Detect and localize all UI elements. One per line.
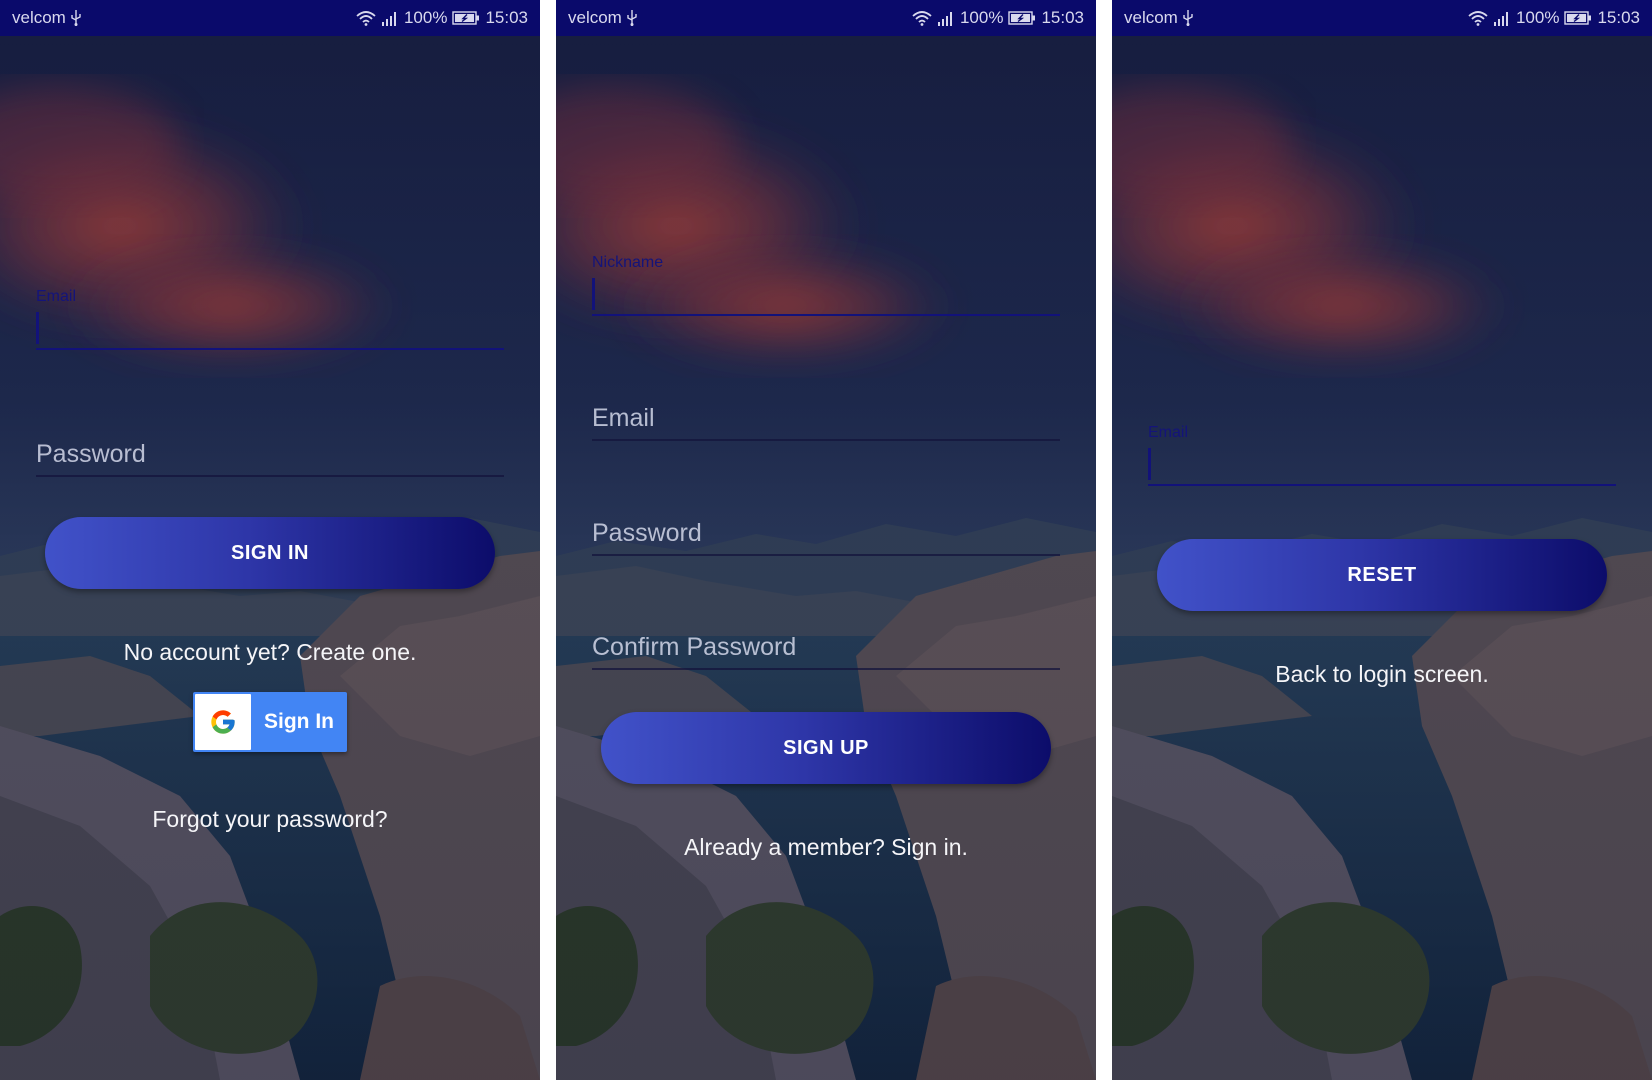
carrier-name: velcom [12,8,66,27]
forgot-password-link[interactable]: Forgot your password? [0,806,540,833]
password-input[interactable]: Password [592,510,1060,556]
clock-time: 15:03 [1041,8,1084,27]
status-bar: velcom 100% 15:03 [556,0,1096,36]
signal-icon [937,10,955,26]
battery-percent: 100% [959,8,1004,27]
reset-button[interactable]: RESET [1157,539,1607,611]
battery-icon [452,11,480,25]
password-field[interactable]: Password [36,431,504,477]
reset-password-screen: velcom 100% 15:03 Email RESET Back to lo… [1112,0,1652,1080]
sign-in-link[interactable]: Already a member? Sign in. [556,834,1096,861]
wifi-icon [356,10,376,26]
email-field[interactable]: Email [592,395,1060,441]
email-field[interactable]: Email [36,288,504,350]
status-bar: velcom 100% 15:03 [1112,0,1652,36]
signup-form: Nickname Email Password Confirm Password [556,0,1096,1080]
signal-icon [381,10,399,26]
clock-time: 15:03 [485,8,528,27]
login-form: Email Password SIGN IN No account yet? C… [0,0,540,1080]
email-hint: Email [592,404,655,432]
password-input[interactable]: Password [36,431,504,477]
email-input[interactable] [1148,444,1616,486]
sign-up-button[interactable]: SIGN UP [601,712,1051,784]
google-sign-in-button[interactable]: Sign In [193,692,347,752]
signup-screen: velcom 100% 15:03 Nickname Email Passwor… [556,0,1096,1080]
clock-time: 15:03 [1597,8,1640,27]
battery-percent: 100% [1515,8,1560,27]
sign-in-button[interactable]: SIGN IN [45,517,495,589]
reset-form: Email RESET Back to login screen. [1112,0,1652,1080]
nickname-field[interactable]: Nickname [592,254,1060,316]
email-input[interactable]: Email [592,395,1060,441]
email-field[interactable]: Email [1148,424,1616,486]
battery-icon [1564,11,1592,25]
email-label: Email [36,288,77,305]
text-cursor [592,278,595,310]
email-input[interactable] [36,308,504,350]
nickname-label: Nickname [592,254,664,271]
email-label: Email [1148,424,1189,441]
nickname-input[interactable] [592,274,1060,316]
battery-icon [1008,11,1036,25]
confirm-password-field[interactable]: Confirm Password [592,624,1060,670]
password-field[interactable]: Password [592,510,1060,556]
battery-percent: 100% [403,8,448,27]
login-screen: velcom 100% 15:03 Email Password SIGN IN… [0,0,540,1080]
carrier-name: velcom [1124,8,1178,27]
screens-composite: velcom 100% 15:03 Email Password SIGN IN… [0,0,1652,1080]
text-cursor [1148,448,1151,480]
confirm-password-input[interactable]: Confirm Password [592,624,1060,670]
wifi-icon [912,10,932,26]
back-to-login-link[interactable]: Back to login screen. [1112,661,1652,688]
google-sign-in-label: Sign In [264,710,334,733]
usb-icon [1182,10,1194,26]
text-cursor [36,312,39,344]
carrier-name: velcom [568,8,622,27]
usb-icon [70,10,82,26]
signal-icon [1493,10,1511,26]
password-hint: Password [36,440,146,468]
wifi-icon [1468,10,1488,26]
google-logo-box [195,694,251,750]
password-hint: Password [592,519,702,547]
create-account-link[interactable]: No account yet? Create one. [0,639,540,666]
status-bar: velcom 100% 15:03 [0,0,540,36]
usb-icon [626,10,638,26]
confirm-password-hint: Confirm Password [592,633,797,661]
google-logo-icon [211,710,235,734]
